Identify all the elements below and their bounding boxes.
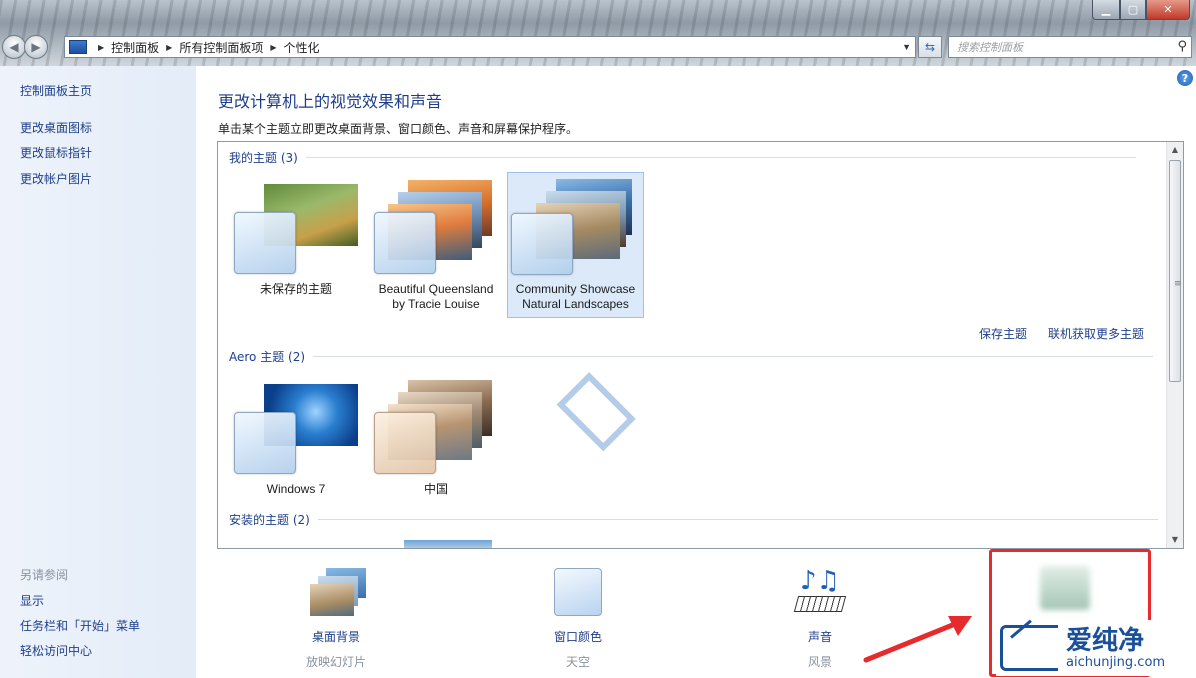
- breadcrumb-personalization[interactable]: 个性化: [284, 39, 320, 56]
- back-arrow-icon: ◀: [9, 40, 19, 54]
- sounds-value: 风景: [807, 655, 832, 669]
- theme-list: 我的主题 (3) 未保存的主题 Beautiful Queensland by …: [217, 141, 1184, 549]
- chevron-right-icon[interactable]: ▶: [166, 43, 172, 52]
- scroll-up-icon[interactable]: ▲: [1167, 142, 1183, 158]
- close-button[interactable]: ✕: [1146, 0, 1190, 20]
- refresh-button[interactable]: ⇆: [918, 36, 942, 58]
- group-installed-themes-label: 安装的主题 (2): [229, 513, 310, 527]
- theme-china[interactable]: 中国: [368, 372, 504, 518]
- forward-button[interactable]: ▶: [24, 35, 48, 59]
- installed-theme-preview-partial[interactable]: [404, 540, 492, 548]
- desktop-background-button[interactable]: 桌面背景 放映幻灯片: [281, 566, 391, 670]
- theme-community-showcase[interactable]: Community Showcase Natural Landscapes: [507, 172, 644, 318]
- link-change-account-picture[interactable]: 更改帐户图片: [20, 170, 92, 187]
- faint-watermark-logo: [556, 372, 636, 452]
- grip-icon: ≡: [1174, 279, 1182, 289]
- desktop-background-value: 放映幻灯片: [305, 655, 366, 669]
- link-display[interactable]: 显示: [20, 592, 44, 609]
- refresh-icon: ⇆: [924, 40, 936, 54]
- theme-name-line: 未保存的主题: [259, 282, 332, 296]
- desktop-background-icon: [308, 566, 366, 620]
- window-color-button[interactable]: 窗口颜色 天空: [523, 566, 633, 670]
- theme-showcase-color-swatch: [511, 213, 573, 275]
- divider: [313, 356, 1154, 357]
- theme-name-line: 中国: [423, 482, 448, 496]
- theme-queensland-color-swatch: [374, 212, 436, 274]
- window-controls: ▁ ▢ ✕: [1092, 0, 1190, 20]
- chevron-right-icon[interactable]: ▶: [98, 43, 104, 52]
- theme-name-line: Beautiful Queensland: [378, 282, 494, 296]
- theme-name-line: Natural Landscapes: [522, 297, 629, 311]
- link-change-mouse-pointers[interactable]: 更改鼠标指针: [20, 144, 92, 161]
- page-description: 单击某个主题立即更改桌面背景、窗口颜色、声音和屏幕保护程序。: [218, 122, 579, 136]
- theme-windows-7[interactable]: Windows 7: [228, 372, 364, 518]
- window-color-value: 天空: [565, 655, 590, 669]
- forward-arrow-icon: ▶: [31, 40, 41, 54]
- watermark-logo: 爱纯净 aichunjing.com: [996, 619, 1192, 676]
- divider: [305, 157, 1136, 158]
- theme-name-line: by Tracie Louise: [392, 297, 480, 311]
- watermark-url: aichunjing.com: [1066, 654, 1166, 670]
- link-change-desktop-icons[interactable]: 更改桌面图标: [20, 119, 92, 136]
- back-button[interactable]: ◀: [2, 35, 26, 59]
- theme-china-color-swatch: [374, 412, 436, 474]
- aichunjing-logo-icon: [1000, 619, 1058, 671]
- group-aero-themes: Aero 主题 (2): [229, 348, 1154, 365]
- annotation-arrow-icon: [863, 616, 972, 663]
- theme-windows7-color-swatch: [234, 412, 296, 474]
- search-input[interactable]: 搜索控制面板 ⚲: [948, 36, 1192, 58]
- sounds-button[interactable]: ♪♫ 声音 风景: [765, 566, 875, 670]
- theme-unsaved-color-swatch: [234, 212, 296, 274]
- sounds-icon: ♪♫: [792, 566, 848, 620]
- see-also-heading: 另请参阅: [20, 568, 69, 582]
- group-aero-themes-label: Aero 主题 (2): [229, 350, 306, 364]
- left-pane: 控制面板主页 更改桌面图标 更改鼠标指针 更改帐户图片 另请参阅 显示 任务栏和…: [0, 66, 196, 678]
- address-bar[interactable]: ▶ 控制面板 ▶ 所有控制面板项 ▶ 个性化 ▼: [64, 36, 916, 58]
- search-icon[interactable]: ⚲: [1177, 39, 1187, 54]
- scrollbar-thumb[interactable]: ≡: [1169, 160, 1182, 382]
- group-installed-themes: 安装的主题 (2): [229, 511, 1158, 528]
- window-color-icon: [550, 566, 606, 620]
- address-dropdown-icon[interactable]: ▼: [902, 42, 911, 52]
- help-icon[interactable]: ?: [1177, 70, 1193, 86]
- theme-name-line: Community Showcase: [515, 282, 636, 296]
- maximize-button[interactable]: ▢: [1120, 0, 1146, 20]
- group-my-themes-label: 我的主题 (3): [229, 151, 298, 165]
- control-panel-icon: [69, 40, 87, 54]
- theme-name-line: Windows 7: [266, 482, 326, 496]
- window-color-label[interactable]: 窗口颜色: [523, 628, 633, 645]
- vertical-scrollbar[interactable]: ▲ ≡ ▼: [1166, 142, 1183, 548]
- breadcrumb-all-items[interactable]: 所有控制面板项: [179, 39, 263, 56]
- theme-beautiful-queensland[interactable]: Beautiful Queensland by Tracie Louise: [368, 172, 504, 318]
- chevron-right-icon[interactable]: ▶: [270, 43, 276, 52]
- minimize-button[interactable]: ▁: [1092, 0, 1120, 20]
- watermark-chinese-text: 爱纯净: [1066, 625, 1145, 656]
- link-control-panel-home[interactable]: 控制面板主页: [20, 82, 92, 99]
- save-theme-link[interactable]: 保存主题: [979, 325, 1027, 342]
- link-taskbar-start-menu[interactable]: 任务栏和「开始」菜单: [20, 617, 140, 634]
- divider: [317, 519, 1158, 520]
- breadcrumb-control-panel[interactable]: 控制面板: [111, 39, 159, 56]
- get-more-themes-link[interactable]: 联机获取更多主题: [1048, 325, 1144, 342]
- link-ease-of-access[interactable]: 轻松访问中心: [20, 642, 92, 659]
- theme-unsaved[interactable]: 未保存的主题: [228, 172, 364, 318]
- search-placeholder: 搜索控制面板: [957, 41, 1023, 54]
- desktop-background-label[interactable]: 桌面背景: [281, 628, 391, 645]
- page-title: 更改计算机上的视觉效果和声音: [218, 92, 443, 111]
- group-my-themes: 我的主题 (3): [229, 149, 1136, 166]
- sounds-label[interactable]: 声音: [765, 628, 875, 645]
- scroll-down-icon[interactable]: ▼: [1167, 532, 1183, 548]
